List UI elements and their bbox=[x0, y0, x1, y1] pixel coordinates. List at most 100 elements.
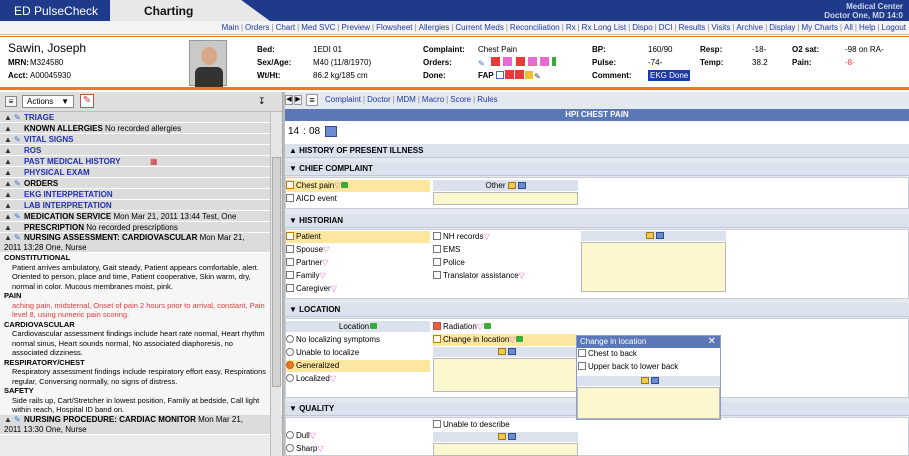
collapse-arrow-icon[interactable]: ▲ bbox=[4, 233, 14, 243]
section-location[interactable]: ▼ LOCATION bbox=[285, 303, 909, 317]
section-row-known-allergies[interactable]: ▲ KNOWN ALLERGIES No recorded allergies bbox=[0, 123, 282, 134]
pencil-icon[interactable]: ✎ bbox=[14, 233, 24, 243]
popup-option-checkbox[interactable]: Upper back to lower back bbox=[578, 361, 721, 374]
download-icon[interactable]: ↧ bbox=[258, 96, 266, 107]
collapse-arrow-icon[interactable]: ▲ bbox=[4, 112, 14, 123]
historian-caregiver-checkbox[interactable]: Caregiver▽ bbox=[286, 283, 430, 295]
pencil-icon[interactable]: ✎ bbox=[14, 415, 24, 425]
quality-radio-sharp[interactable]: Sharp▽ bbox=[286, 443, 430, 455]
quality-text-field[interactable] bbox=[433, 443, 578, 456]
menu-item-results[interactable]: Results bbox=[679, 23, 706, 32]
nav-link-complaint[interactable]: Complaint bbox=[325, 95, 361, 104]
section-row-prescription[interactable]: ▲ PRESCRIPTION No recorded prescriptions bbox=[0, 222, 282, 233]
historian-spouse-checkbox[interactable]: Spouse▽ bbox=[286, 244, 430, 256]
menu-item-display[interactable]: Display bbox=[769, 23, 795, 32]
nav-link-macro[interactable]: Macro bbox=[422, 95, 444, 104]
historian-text-field[interactable] bbox=[581, 242, 726, 292]
dropdown-icon[interactable]: ▽ bbox=[323, 245, 329, 254]
new-note-icon[interactable]: ✎ bbox=[80, 94, 94, 108]
dropdown-icon[interactable]: ▽ bbox=[477, 322, 483, 331]
historian-ems-checkbox[interactable]: EMS bbox=[433, 244, 577, 256]
menu-item-chart[interactable]: Chart bbox=[276, 23, 296, 32]
menu-item-reconciliation[interactable]: Reconciliation bbox=[510, 23, 560, 32]
quality-radio-dull[interactable]: Dull▽ bbox=[286, 430, 430, 442]
menu-item-all[interactable]: All bbox=[844, 23, 853, 32]
collapse-arrow-icon[interactable]: ▲ bbox=[4, 189, 14, 200]
expand-right-icon[interactable]: ▶ bbox=[294, 95, 302, 105]
pencil-icon[interactable]: ✎ bbox=[14, 134, 24, 145]
menu-item-allergies[interactable]: Allergies bbox=[419, 23, 450, 32]
aicd-checkbox[interactable]: AICD event bbox=[286, 193, 430, 205]
section-row-physical-exam[interactable]: ▲ PHYSICAL EXAM bbox=[0, 167, 282, 178]
menu-item-rx[interactable]: Rx bbox=[566, 23, 576, 32]
menu-item-flowsheet[interactable]: Flowsheet bbox=[376, 23, 412, 32]
location-text-field[interactable] bbox=[433, 358, 578, 392]
collapse-arrow-icon[interactable]: ▲ bbox=[4, 123, 14, 134]
dropdown-icon[interactable]: ▽ bbox=[519, 271, 525, 280]
chest-pain-checkbox[interactable]: Chest pain▽ bbox=[286, 180, 430, 192]
list-view-icon[interactable]: ≡ bbox=[5, 96, 17, 107]
dropdown-icon[interactable]: ▽ bbox=[322, 258, 328, 267]
scrollbar-thumb[interactable] bbox=[272, 157, 281, 387]
form-list-icon[interactable]: ≡ bbox=[306, 94, 318, 106]
nav-link-score[interactable]: Score bbox=[450, 95, 471, 104]
section-row-ekg-interpretation[interactable]: ▲ EKG INTERPRETATION bbox=[0, 189, 282, 200]
time-hour[interactable]: 14 bbox=[288, 126, 299, 137]
popup-option-checkbox[interactable]: Chest to back bbox=[578, 348, 721, 361]
unable-describe-checkbox[interactable]: Unable to describe bbox=[433, 419, 577, 431]
section-row-lab-interpretation[interactable]: ▲ LAB INTERPRETATION bbox=[0, 200, 282, 211]
section-hpi[interactable]: ▲ HISTORY OF PRESENT ILLNESS bbox=[285, 144, 909, 158]
historian-translator-assistance-checkbox[interactable]: Translator assistance▽ bbox=[433, 270, 577, 282]
note-icon[interactable] bbox=[497, 433, 506, 440]
note-icon[interactable] bbox=[645, 232, 654, 239]
dropdown-icon[interactable]: ▽ bbox=[317, 444, 323, 453]
menu-item-orders[interactable]: Orders bbox=[245, 23, 269, 32]
order-status-icons[interactable]: ✎ bbox=[478, 57, 557, 68]
menu-item-logout[interactable]: Logout bbox=[882, 23, 906, 32]
menu-item-main[interactable]: Main bbox=[222, 23, 239, 32]
collapse-left-icon[interactable]: ◀ bbox=[285, 95, 293, 105]
dropdown-icon[interactable]: ▽ bbox=[483, 232, 489, 241]
note-icon[interactable] bbox=[507, 182, 516, 189]
collapse-arrow-icon[interactable]: ▲ bbox=[4, 415, 14, 425]
collapse-arrow-icon[interactable]: ▲ bbox=[4, 200, 14, 211]
dropdown-icon[interactable]: ▽ bbox=[310, 431, 316, 440]
save-icon[interactable] bbox=[507, 433, 516, 440]
menu-item-rx-long-list[interactable]: Rx Long List bbox=[582, 23, 626, 32]
nav-link-rules[interactable]: Rules bbox=[477, 95, 497, 104]
collapse-arrow-icon[interactable]: ▲ bbox=[4, 145, 14, 156]
collapse-arrow-icon[interactable]: ▲ bbox=[4, 134, 14, 145]
section-row-vital-signs[interactable]: ▲ ✎ VITAL SIGNS bbox=[0, 134, 282, 145]
historian-family-checkbox[interactable]: Family▽ bbox=[286, 270, 430, 282]
collapse-arrow-icon[interactable]: ▲ bbox=[4, 156, 14, 167]
change-in-location-checkbox[interactable]: Change in location▽ bbox=[433, 334, 577, 346]
menu-item-dispo[interactable]: Dispo bbox=[632, 23, 652, 32]
menu-item-help[interactable]: Help bbox=[859, 23, 875, 32]
historian-patient-checkbox[interactable]: Patient bbox=[286, 231, 430, 243]
calendar-icon[interactable] bbox=[325, 126, 337, 137]
historian-nh-records-checkbox[interactable]: NH records▽ bbox=[433, 231, 577, 243]
location-radio-no-localizing-symptoms[interactable]: No localizing symptoms bbox=[286, 334, 430, 346]
dropdown-icon[interactable]: ▽ bbox=[334, 181, 340, 190]
section-row-medication-service[interactable]: ▲ ✎ MEDICATION SERVICE Mon Mar 21, 2011 13… bbox=[0, 211, 282, 222]
pencil-icon[interactable]: ✎ bbox=[14, 178, 24, 189]
menu-item-preview[interactable]: Preview bbox=[342, 23, 370, 32]
section-row-past-medical-history[interactable]: ▲ PAST MEDICAL HISTORY ▦ bbox=[0, 156, 282, 167]
popup-text-field[interactable] bbox=[577, 387, 720, 419]
historian-police-checkbox[interactable]: Police bbox=[433, 257, 577, 269]
note-icon[interactable] bbox=[640, 377, 649, 384]
save-icon[interactable] bbox=[650, 377, 659, 384]
menu-item-visits[interactable]: Visits bbox=[711, 23, 730, 32]
close-icon[interactable]: ✕ bbox=[708, 336, 716, 347]
time-minute[interactable]: 08 bbox=[309, 126, 320, 137]
section-row-ros[interactable]: ▲ ROS bbox=[0, 145, 282, 156]
location-radio-localized[interactable]: Localized▽ bbox=[286, 373, 430, 385]
section-row-orders[interactable]: ▲ ✎ ORDERS bbox=[0, 178, 282, 189]
pencil-icon[interactable]: ✎ bbox=[14, 211, 24, 222]
tab-charting[interactable]: Charting bbox=[110, 0, 270, 21]
location-radio-generalized[interactable]: Generalized bbox=[286, 360, 430, 372]
radiation-checkbox[interactable]: Radiation▽ bbox=[433, 321, 577, 333]
menu-item-current-meds[interactable]: Current Meds bbox=[455, 23, 503, 32]
done-status-icons[interactable]: ✎ bbox=[496, 70, 541, 81]
history-note-icon[interactable]: ▦ bbox=[150, 156, 158, 167]
